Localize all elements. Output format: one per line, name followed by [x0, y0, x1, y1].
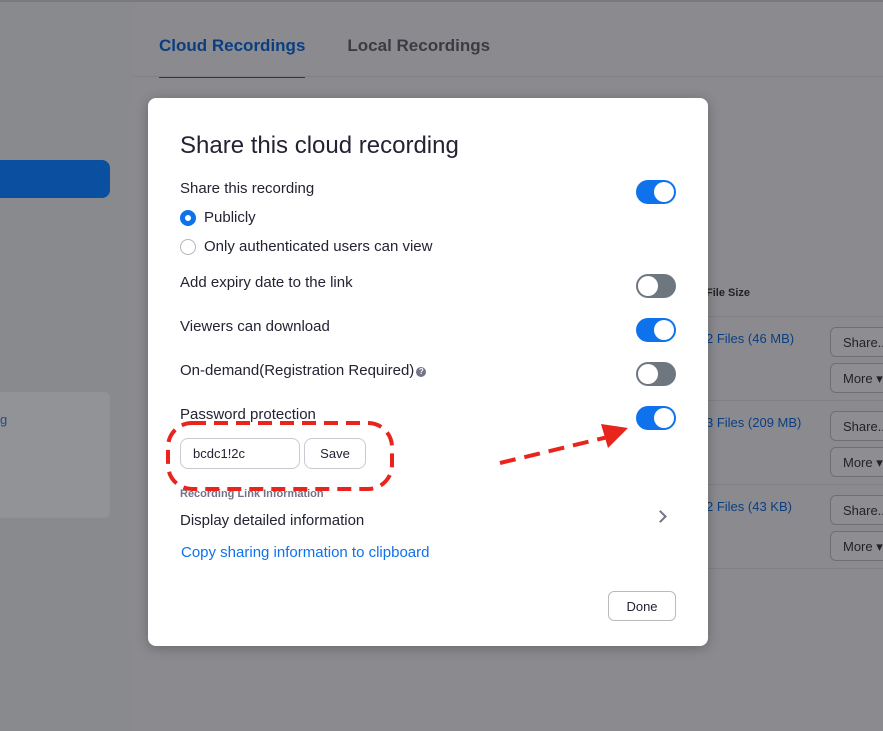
radio-label: Publicly: [204, 209, 256, 226]
table-row: 2 Files (46 MB) Share... More ▾: [706, 316, 883, 400]
expiry-toggle[interactable]: [636, 274, 676, 298]
on-demand-text: On-demand(Registration Required): [180, 362, 415, 379]
radio-publicly[interactable]: Publicly: [180, 209, 256, 226]
share-button[interactable]: Share...: [830, 411, 883, 441]
section-label: Recording Link Information: [180, 488, 324, 500]
details-label[interactable]: Display detailed information: [180, 512, 364, 529]
more-button[interactable]: More ▾: [830, 447, 883, 477]
tab-local-recordings[interactable]: Local Recordings: [347, 36, 490, 78]
toggle-knob: [654, 182, 674, 202]
password-input[interactable]: [180, 438, 300, 469]
chevron-right-icon[interactable]: [654, 510, 667, 523]
recordings-tabs: Cloud Recordings Local Recordings: [159, 36, 490, 78]
file-count-link[interactable]: 2 Files (46 MB): [706, 331, 794, 346]
share-recording-label: Share this recording: [180, 180, 315, 197]
toggle-knob: [654, 320, 674, 340]
radio-authenticated-only[interactable]: Only authenticated users can view: [180, 238, 432, 255]
table-row: 3 Files (209 MB) Share... More ▾: [706, 400, 883, 484]
dialog-title: Share this cloud recording: [180, 132, 459, 159]
download-toggle[interactable]: [636, 318, 676, 342]
radio-checked-icon: [180, 209, 196, 226]
column-header-file-size: File Size: [706, 287, 751, 299]
toggle-knob: [654, 408, 674, 428]
toggle-knob: [638, 364, 658, 384]
share-button[interactable]: Share...: [830, 495, 883, 525]
more-button[interactable]: More ▾: [830, 363, 883, 393]
table-row: 2 Files (43 KB) Share... More ▾: [706, 484, 883, 568]
share-recording-toggle[interactable]: [636, 180, 676, 204]
share-recording-dialog: Share this cloud recording Share this re…: [148, 98, 708, 646]
copy-sharing-info-link[interactable]: Copy sharing information to clipboard: [181, 544, 429, 561]
tabs-divider: [134, 76, 883, 77]
radio-unchecked-icon: [180, 238, 196, 255]
share-button[interactable]: Share...: [830, 327, 883, 357]
more-button[interactable]: More ▾: [830, 531, 883, 561]
sidebar-item-active[interactable]: [0, 160, 110, 198]
on-demand-label: On-demand(Registration Required)?: [180, 362, 427, 379]
download-label: Viewers can download: [180, 318, 330, 335]
file-count-link[interactable]: 2 Files (43 KB): [706, 499, 792, 514]
sidebar-card: g: [0, 392, 110, 518]
sidebar: [0, 0, 134, 731]
password-toggle[interactable]: [636, 406, 676, 430]
expiry-label: Add expiry date to the link: [180, 274, 353, 291]
help-icon[interactable]: ?: [416, 367, 427, 377]
top-divider: [0, 0, 883, 2]
toggle-knob: [638, 276, 658, 296]
on-demand-toggle[interactable]: [636, 362, 676, 386]
table-divider: [706, 568, 883, 569]
sidebar-card-text: g: [0, 412, 8, 427]
radio-label: Only authenticated users can view: [204, 238, 433, 255]
password-label: Password protection: [180, 406, 316, 423]
tab-cloud-recordings[interactable]: Cloud Recordings: [159, 36, 306, 78]
file-count-link[interactable]: 3 Files (209 MB): [706, 415, 801, 430]
save-password-button[interactable]: Save: [304, 438, 366, 469]
done-button[interactable]: Done: [608, 591, 676, 621]
